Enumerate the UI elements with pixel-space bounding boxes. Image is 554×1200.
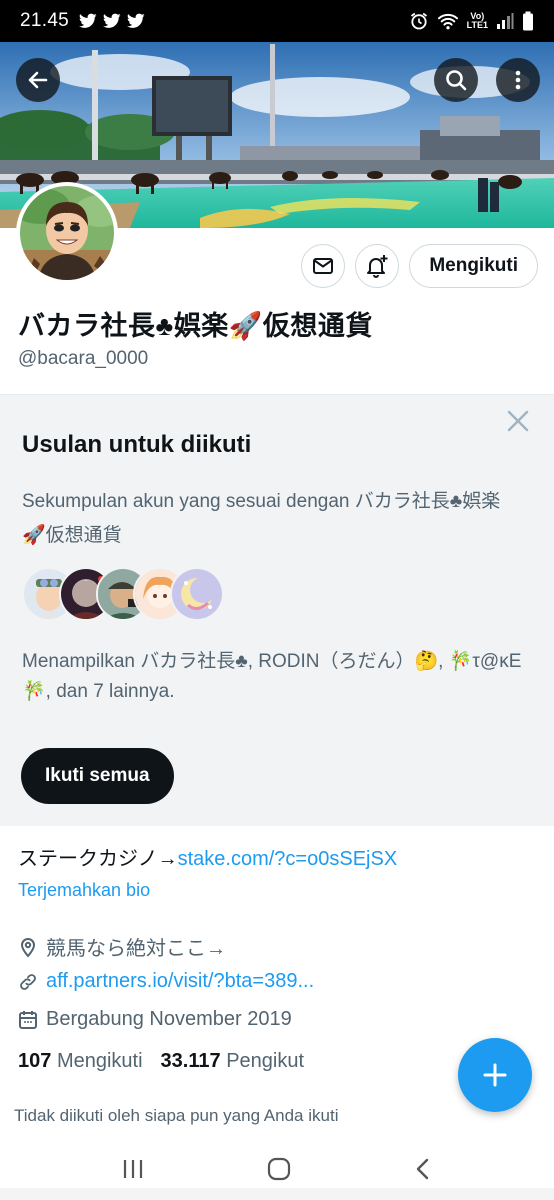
profile-bio: ステークカジノ→stake.com/?c=o0sSEjSX bbox=[18, 842, 397, 871]
search-button[interactable] bbox=[434, 58, 478, 102]
message-button[interactable] bbox=[301, 244, 346, 288]
bio-text: ステークカジノ→ bbox=[18, 848, 178, 870]
plus-icon bbox=[483, 1063, 507, 1087]
suggested-avatars[interactable] bbox=[22, 567, 224, 621]
nav-bottom-edge bbox=[0, 1188, 554, 1200]
battery-icon bbox=[523, 11, 533, 31]
link-icon bbox=[20, 973, 36, 990]
notification-icons bbox=[79, 13, 145, 29]
avatar-image bbox=[20, 186, 114, 280]
back-nav-button[interactable] bbox=[413, 1157, 433, 1186]
location-text: 競馬なら絶対ここ→ bbox=[46, 938, 226, 960]
mail-icon bbox=[313, 258, 334, 274]
close-icon bbox=[507, 410, 529, 432]
suggestions-description: Sekumpulan akun yang sesuai dengan バカラ社長… bbox=[22, 491, 501, 546]
arrow-left-icon bbox=[28, 71, 48, 89]
following-count: 107 bbox=[18, 1050, 52, 1072]
location-row: 競馬なら絶対ここ→ bbox=[18, 932, 226, 961]
lte-label: LTE1 bbox=[466, 20, 488, 30]
profile-name: バカラ社長♣娯楽🚀仮想通貨 bbox=[18, 311, 373, 341]
dismiss-suggestions-button[interactable] bbox=[506, 409, 530, 438]
suggestions-title: Usulan untuk diikuti bbox=[22, 431, 252, 458]
bell-plus-icon bbox=[367, 255, 388, 278]
signal-icon bbox=[497, 13, 514, 29]
suggestions-names: Menampilkan バカラ社長♣, RODIN（ろだん）🤔, 🎋τ@κΕ🎋,… bbox=[22, 651, 522, 702]
profile-handle: @bacara_0000 bbox=[18, 348, 149, 369]
joined-row: Bergabung November 2019 bbox=[18, 1008, 292, 1031]
profile-actions: Mengikuti bbox=[301, 244, 538, 288]
followed-by-note: Tidak diikuti oleh siapa pun yang Anda i… bbox=[14, 1106, 339, 1125]
following-label: Mengikuti bbox=[56, 1050, 143, 1072]
translate-bio-link[interactable]: Terjemahkan bio bbox=[18, 880, 150, 901]
calendar-icon bbox=[19, 1010, 37, 1029]
recent-apps-icon bbox=[123, 1159, 142, 1178]
following-button[interactable]: Mengikuti bbox=[409, 244, 538, 288]
home-icon bbox=[267, 1157, 291, 1180]
joined-text: Bergabung November 2019 bbox=[46, 1008, 292, 1030]
compose-button[interactable] bbox=[458, 1038, 532, 1112]
follow-all-button[interactable]: Ikuti semua bbox=[21, 748, 174, 804]
website-row: aff.partners.io/visit/?bta=389... bbox=[18, 970, 314, 993]
search-icon bbox=[446, 70, 467, 91]
more-button[interactable] bbox=[496, 58, 540, 102]
followers-count: 33.117 bbox=[160, 1050, 221, 1072]
location-pin-icon bbox=[20, 937, 36, 957]
back-button[interactable] bbox=[16, 58, 60, 102]
website-link[interactable]: aff.partners.io/visit/?bta=389... bbox=[46, 970, 314, 993]
following-count-link[interactable]: 107 Mengikuti bbox=[18, 1050, 143, 1073]
suggestions-panel: Usulan untuk diikuti Sekumpulan akun yan… bbox=[0, 394, 554, 826]
follow-counts: 107 Mengikuti 33.117 Pengikut bbox=[18, 1050, 304, 1073]
alarm-icon bbox=[410, 12, 427, 30]
followers-count-link[interactable]: 33.117 Pengikut bbox=[161, 1050, 304, 1073]
status-indicators: Vo) LTE1 bbox=[409, 11, 534, 31]
more-vertical-icon bbox=[515, 70, 521, 90]
twitter-notification-icon bbox=[103, 13, 121, 28]
status-time: 21.45 bbox=[20, 10, 70, 31]
wifi-icon bbox=[437, 13, 458, 30]
bio-link[interactable]: stake.com/?c=o0sSEjSX bbox=[178, 848, 398, 870]
chevron-left-icon bbox=[417, 1158, 429, 1179]
followers-label: Pengikut bbox=[226, 1050, 305, 1072]
home-button[interactable] bbox=[266, 1156, 292, 1187]
status-bar: 21.45 Vo) LTE1 bbox=[0, 0, 554, 42]
suggested-avatar[interactable] bbox=[170, 567, 224, 621]
twitter-notification-icon bbox=[127, 13, 145, 28]
recent-apps-button[interactable] bbox=[121, 1158, 145, 1185]
network-type: Vo) LTE1 bbox=[467, 12, 488, 30]
notifications-button[interactable] bbox=[355, 244, 400, 288]
twitter-notification-icon bbox=[79, 13, 97, 28]
profile-avatar[interactable] bbox=[16, 182, 118, 284]
